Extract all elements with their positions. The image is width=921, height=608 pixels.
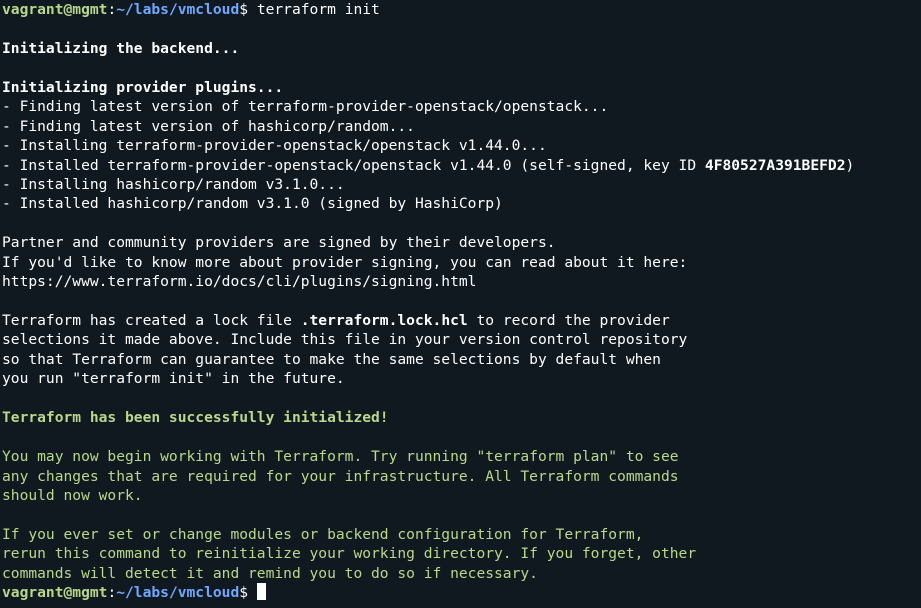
output-line: - Installed terraform-provider-openstack…	[2, 156, 921, 175]
output-line: - Finding latest version of hashicorp/ra…	[2, 117, 415, 135]
prompt-separator: :	[107, 584, 117, 602]
output-line: - Finding latest version of terraform-pr…	[2, 98, 609, 116]
signing-url: https://www.terraform.io/docs/cli/plugin…	[2, 273, 477, 291]
output-line: selections it made above. Include this f…	[2, 331, 688, 349]
key-id: 4F80527A391BEFD2	[704, 156, 846, 174]
active-prompt-line[interactable]: vagrant@mgmt:~/labs/vmcloud$	[2, 583, 921, 602]
output-text: to record the provider	[467, 312, 670, 329]
output-line: rerun this command to reinitialize your …	[2, 545, 697, 563]
output-line: - Installed hashicorp/random v3.1.0 (sig…	[2, 195, 503, 213]
text-cursor[interactable]	[256, 583, 266, 601]
output-line: you run "terraform init" in the future.	[2, 370, 345, 388]
output-line: - Installing terraform-provider-openstac…	[2, 137, 547, 155]
output-line: If you'd like to know more about provide…	[2, 253, 688, 271]
prompt-path: ~/labs/vmcloud	[116, 584, 240, 602]
output-line: commands will detect it and remind you t…	[2, 564, 538, 582]
output-text: )	[845, 156, 855, 174]
prompt-user-host: vagrant@mgmt	[2, 584, 108, 602]
lock-file-name: .terraform.lock.hcl	[300, 312, 468, 329]
output-line: any changes that are required for your i…	[2, 467, 679, 485]
prompt-symbol: $	[239, 584, 257, 602]
success-message: Terraform has been successfully initiali…	[2, 409, 389, 427]
output-text: Terraform has created a lock file	[2, 312, 301, 329]
output-line: Partner and community providers are sign…	[2, 234, 556, 252]
output-text: - Installed terraform-provider-openstack…	[2, 156, 705, 174]
prompt-separator: :	[107, 1, 117, 18]
output-line: If you ever set or change modules or bac…	[2, 525, 644, 543]
output-line: - Installing hashicorp/random v3.1.0...	[2, 175, 345, 193]
output-line: so that Terraform can guarantee to make …	[2, 350, 661, 368]
output-line: You may now begin working with Terraform…	[2, 448, 679, 466]
terminal-window[interactable]: vagrant@mgmt:~/labs/vmcloud$ terraform i…	[0, 0, 921, 608]
output-line: Terraform has created a lock file .terra…	[2, 311, 921, 330]
backend-heading: Initializing the backend...	[2, 39, 240, 57]
providers-heading: Initializing provider plugins...	[2, 78, 284, 96]
output-line: should now work.	[2, 486, 143, 504]
prompt-path: ~/labs/vmcloud	[116, 1, 240, 18]
command-text: terraform init	[256, 1, 380, 18]
command-line: vagrant@mgmt:~/labs/vmcloud$ terraform i…	[2, 0, 921, 19]
prompt-user-host: vagrant@mgmt	[2, 1, 108, 18]
prompt-symbol: $	[239, 1, 257, 18]
